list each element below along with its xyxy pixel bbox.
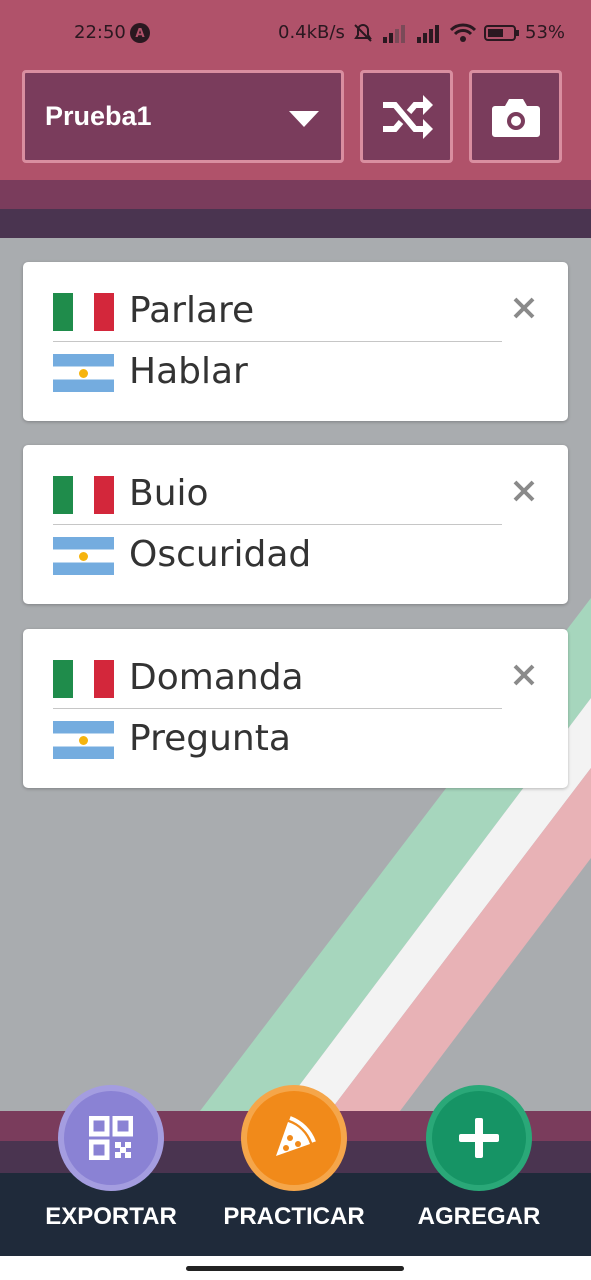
camera-button[interactable] xyxy=(469,70,562,163)
app-a-icon: A xyxy=(130,23,150,43)
header-band xyxy=(0,180,591,209)
wifi-icon xyxy=(450,23,476,42)
spanish-word: Oscuridad xyxy=(129,534,312,575)
italy-flag-icon xyxy=(53,660,114,698)
italy-flag-icon xyxy=(53,476,114,514)
argentina-flag-icon xyxy=(53,354,114,392)
italian-word: Buio xyxy=(129,473,209,514)
practice-label[interactable]: PRACTICAR xyxy=(199,1203,389,1231)
network-speed: 0.4kB/s xyxy=(278,22,345,43)
add-label[interactable]: AGREGAR xyxy=(384,1203,574,1231)
shuffle-button[interactable] xyxy=(360,70,453,163)
deck-name: Prueba1 xyxy=(45,101,152,131)
status-bar: 22:50 A 0.4kB/s 53% xyxy=(0,0,591,68)
status-time: 22:50 xyxy=(74,22,126,43)
chevron-down-icon xyxy=(289,111,319,127)
word-card[interactable]: Domanda Pregunta xyxy=(23,629,568,788)
divider xyxy=(53,341,502,342)
argentina-flag-icon xyxy=(53,537,114,575)
status-icons xyxy=(352,22,520,44)
home-gesture-handle[interactable] xyxy=(186,1266,404,1271)
spanish-word: Hablar xyxy=(129,351,248,392)
mute-icon xyxy=(354,23,372,42)
pizza-icon xyxy=(276,1116,316,1156)
deck-selector[interactable]: Prueba1 xyxy=(22,70,344,163)
plus-icon xyxy=(459,1118,499,1158)
spanish-word: Pregunta xyxy=(129,718,291,759)
divider xyxy=(53,524,502,525)
practice-button[interactable] xyxy=(241,1085,347,1191)
add-button[interactable] xyxy=(426,1085,532,1191)
navigation-area xyxy=(0,1256,591,1280)
battery-percent: 53% xyxy=(525,22,566,43)
export-label[interactable]: EXPORTAR xyxy=(16,1203,206,1231)
header-band-dark xyxy=(0,209,591,238)
battery-icon xyxy=(484,25,519,41)
italian-word: Domanda xyxy=(129,657,304,698)
word-card[interactable]: Buio Oscuridad xyxy=(23,445,568,604)
close-icon[interactable] xyxy=(510,477,538,505)
signal-icon xyxy=(417,25,439,43)
signal-icon xyxy=(383,25,405,43)
divider xyxy=(53,708,502,709)
export-button[interactable] xyxy=(58,1085,164,1191)
italian-word: Parlare xyxy=(129,290,255,331)
close-icon[interactable] xyxy=(510,294,538,322)
qr-code-icon xyxy=(89,1116,133,1160)
shuffle-icon xyxy=(382,94,433,139)
word-card[interactable]: Parlare Hablar xyxy=(23,262,568,421)
camera-icon xyxy=(491,98,540,137)
close-icon[interactable] xyxy=(510,661,538,689)
argentina-flag-icon xyxy=(53,721,114,759)
italy-flag-icon xyxy=(53,293,114,331)
